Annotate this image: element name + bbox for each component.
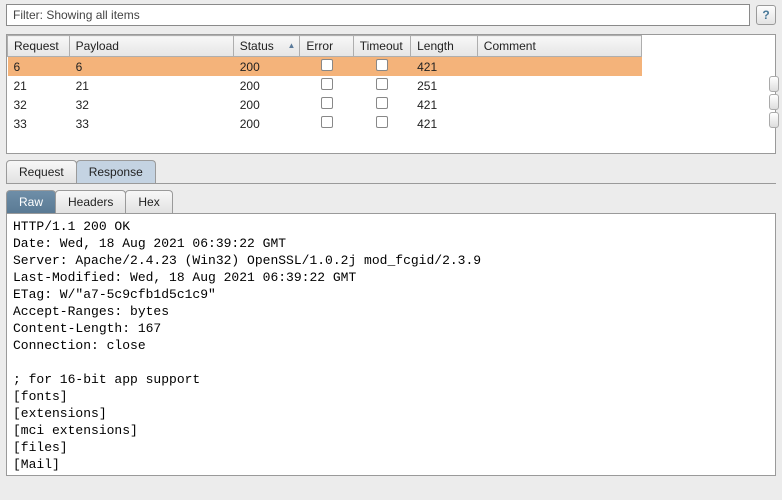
results-table: Request Payload Status Error Timeout Len…: [6, 34, 776, 154]
cell-timeout: [353, 114, 410, 133]
cell-status: 200: [233, 76, 300, 95]
main-tabs: Request Response: [6, 160, 776, 184]
cell-error: [300, 57, 353, 77]
checkbox-icon[interactable]: [321, 59, 333, 71]
cell-request: 32: [8, 95, 70, 114]
cell-status: 200: [233, 114, 300, 133]
cell-payload: 33: [69, 114, 233, 133]
tab-raw[interactable]: Raw: [6, 190, 56, 213]
tab-hex[interactable]: Hex: [125, 190, 172, 213]
cell-request: 33: [8, 114, 70, 133]
sub-tabs: Raw Headers Hex: [6, 190, 776, 214]
table-row[interactable]: 3232200421: [8, 95, 642, 114]
cell-timeout: [353, 57, 410, 77]
cell-length: 421: [411, 95, 478, 114]
col-status[interactable]: Status: [233, 36, 300, 57]
checkbox-icon[interactable]: [376, 116, 388, 128]
cell-timeout: [353, 76, 410, 95]
cell-length: 251: [411, 76, 478, 95]
checkbox-icon[interactable]: [321, 116, 333, 128]
help-button[interactable]: ?: [756, 5, 776, 25]
cell-comment: [477, 76, 641, 95]
tab-headers[interactable]: Headers: [55, 190, 126, 213]
col-comment[interactable]: Comment: [477, 36, 641, 57]
tab-request[interactable]: Request: [6, 160, 77, 183]
cell-request: 21: [8, 76, 70, 95]
cell-payload: 6: [69, 57, 233, 77]
checkbox-icon[interactable]: [376, 97, 388, 109]
cell-payload: 21: [69, 76, 233, 95]
cell-request: 6: [8, 57, 70, 77]
table-row[interactable]: 2121200251: [8, 76, 642, 95]
side-handle[interactable]: [768, 62, 780, 142]
table-row[interactable]: 66200421: [8, 57, 642, 77]
checkbox-icon[interactable]: [321, 78, 333, 90]
cell-error: [300, 76, 353, 95]
cell-status: 200: [233, 57, 300, 77]
col-length[interactable]: Length: [411, 36, 478, 57]
cell-timeout: [353, 95, 410, 114]
checkbox-icon[interactable]: [376, 59, 388, 71]
cell-payload: 32: [69, 95, 233, 114]
cell-status: 200: [233, 95, 300, 114]
col-error[interactable]: Error: [300, 36, 353, 57]
cell-error: [300, 95, 353, 114]
cell-comment: [477, 57, 641, 77]
response-body[interactable]: HTTP/1.1 200 OK Date: Wed, 18 Aug 2021 0…: [6, 214, 776, 476]
cell-error: [300, 114, 353, 133]
table-header-row: Request Payload Status Error Timeout Len…: [8, 36, 642, 57]
col-timeout[interactable]: Timeout: [353, 36, 410, 57]
tab-response[interactable]: Response: [76, 160, 156, 183]
col-request[interactable]: Request: [8, 36, 70, 57]
table-row[interactable]: 3333200421: [8, 114, 642, 133]
checkbox-icon[interactable]: [321, 97, 333, 109]
cell-comment: [477, 95, 641, 114]
cell-length: 421: [411, 114, 478, 133]
cell-length: 421: [411, 57, 478, 77]
filter-input[interactable]: [6, 4, 750, 26]
checkbox-icon[interactable]: [376, 78, 388, 90]
col-payload[interactable]: Payload: [69, 36, 233, 57]
cell-comment: [477, 114, 641, 133]
